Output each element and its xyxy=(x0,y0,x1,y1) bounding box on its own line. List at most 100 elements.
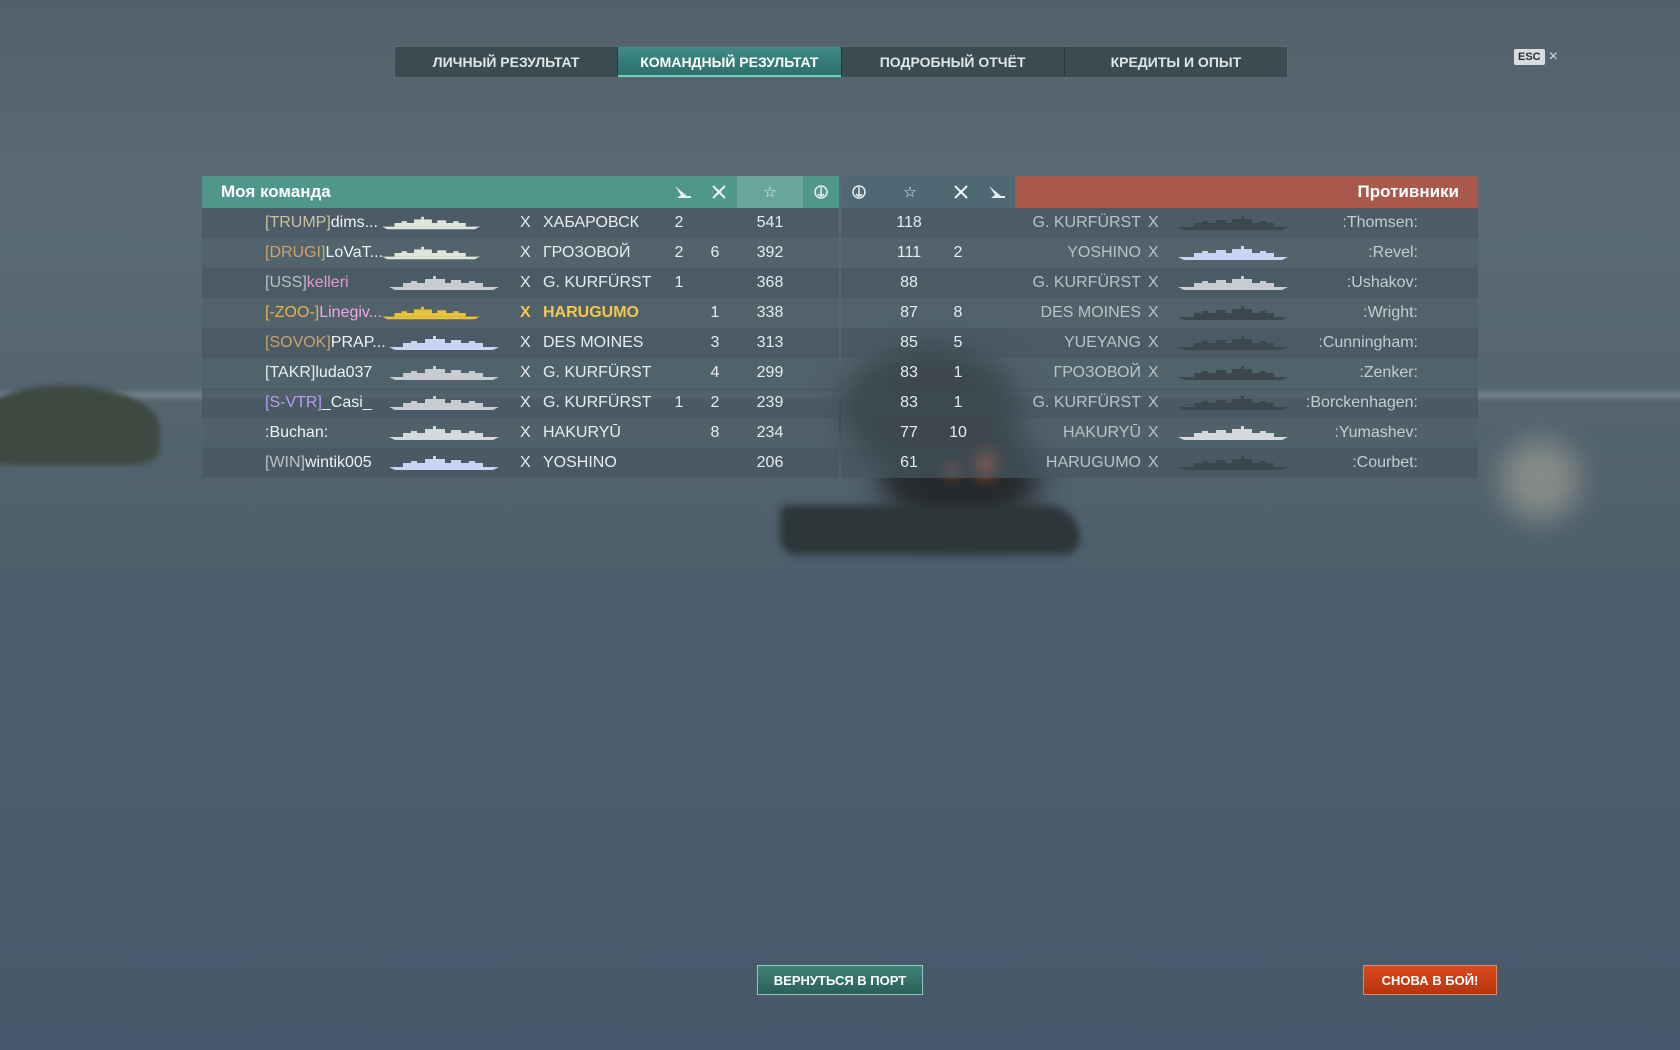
frags-value: 4 xyxy=(710,364,720,381)
star-icon[interactable]: ☆ xyxy=(737,176,803,208)
burning-ship xyxy=(780,505,1080,555)
ship-name: HARUGUMO xyxy=(1045,454,1141,471)
battle-again-button[interactable]: СНОВА В БОЙ! xyxy=(1363,965,1497,995)
results-tabs: ЛИЧНЫЙ РЕЗУЛЬТАТ КОМАНДНЫЙ РЕЗУЛЬТАТ ПОД… xyxy=(394,46,1288,78)
frags-value xyxy=(700,268,730,298)
ship-tier: X xyxy=(520,364,531,381)
planes-shot-value xyxy=(664,418,694,448)
player-nick: :Courbet: xyxy=(1352,454,1418,471)
ship-silhouette xyxy=(1171,456,1295,470)
tab-detailed-report[interactable]: ПОДРОБНЫЙ ОТЧЁТ xyxy=(842,47,1065,77)
enemy-player-row[interactable]: 118 G. KURFÜRST X :Thomsen: xyxy=(841,208,1478,238)
planes-shot-value: 2 xyxy=(674,214,684,231)
base-xp-value: 313 xyxy=(756,334,784,351)
player-row[interactable]: [WIN]wintik005 X YOSHINO 206 xyxy=(202,448,839,478)
player-nick: :Thomsen: xyxy=(1342,214,1418,231)
plane-kills-icon[interactable] xyxy=(665,176,701,208)
player-row[interactable]: [TRUMP]dims... X ХАБАРОВСК 2 541 xyxy=(202,208,839,238)
base-xp-value: 392 xyxy=(756,244,784,261)
team-scoreboard: Моя команда ☆ ☆ Противники [TRUMP]dims..… xyxy=(202,176,1478,478)
ship-silhouette xyxy=(382,456,506,470)
enemy-player-row[interactable]: 83 1 G. KURFÜRST X:Borckenhagen: xyxy=(841,388,1478,418)
player-name: :Buchan: xyxy=(265,418,328,448)
player-nick: :Zenker: xyxy=(1359,364,1418,381)
player-row[interactable]: [USS]kelleri X G. KURFÜRST 1 368 xyxy=(202,268,839,298)
tab-team-result[interactable]: КОМАНДНЫЙ РЕЗУЛЬТАТ xyxy=(618,47,842,77)
frags-icon[interactable] xyxy=(943,176,979,208)
enemy-player-row[interactable]: 88 G. KURFÜRST X:Ushakov: xyxy=(841,268,1478,298)
player-nick: :Wright: xyxy=(1363,304,1418,321)
base-xp-value: 299 xyxy=(756,364,784,381)
player-nick: :Borckenhagen: xyxy=(1305,394,1418,411)
enemy-player-row[interactable]: 85 5 YUEYANG X:Cunningham: xyxy=(841,328,1478,358)
clan-tag: [DRUGI] xyxy=(265,244,326,261)
base-capture-icon[interactable] xyxy=(841,176,877,208)
planes-shot-value: 2 xyxy=(674,244,684,261)
planes-shot-value xyxy=(979,358,1009,388)
return-to-port-button[interactable]: ВЕРНУТЬСЯ В ПОРТ xyxy=(757,965,923,995)
frags-value: 2 xyxy=(710,394,720,411)
enemy-player-row[interactable]: 61 HARUGUMO X:Courbet: xyxy=(841,448,1478,478)
player-row[interactable]: [S-VTR]_Casi_ X G. KURFÜRST 1 2 239 xyxy=(202,388,839,418)
enemy-player-row[interactable]: 87 8 DES MOINES X:Wright: xyxy=(841,298,1478,328)
player-row[interactable]: [DRUGI]LoVaT... X ГРОЗОВОЙ 2 6 392 xyxy=(202,238,839,268)
frags-icon[interactable] xyxy=(701,176,737,208)
ship-silhouette xyxy=(382,396,506,410)
frags-value xyxy=(943,448,973,478)
ship-silhouette xyxy=(1171,336,1295,350)
enemy-player-row[interactable]: 83 1 ГРОЗОВОЙ X:Zenker: xyxy=(841,358,1478,388)
ship-tier: X xyxy=(1148,214,1159,231)
ship-silhouette xyxy=(382,366,506,380)
player-nick: dims... xyxy=(330,214,378,231)
tab-credits-xp[interactable]: КРЕДИТЫ И ОПЫТ xyxy=(1065,47,1287,77)
ship-tier: X xyxy=(520,394,531,411)
ship-name: HAKURYŪ xyxy=(1063,424,1141,441)
ship-silhouette xyxy=(1171,306,1295,320)
base-xp-value: 541 xyxy=(756,214,784,231)
frags-value: 3 xyxy=(710,334,720,351)
player-row[interactable]: [TAKR]luda037 X G. KURFÜRST 4 299 xyxy=(202,358,839,388)
player-nick: :Yumashev: xyxy=(1334,424,1418,441)
frags-value: 8 xyxy=(953,304,963,321)
ship-silhouette xyxy=(382,426,506,440)
base-capture-icon[interactable] xyxy=(803,176,839,208)
tab-personal-result[interactable]: ЛИЧНЫЙ РЕЗУЛЬТАТ xyxy=(395,47,619,77)
player-name: [USS]kelleri xyxy=(265,268,349,298)
enemy-player-row[interactable]: 77 10 HAKURYŪ X:Yumashev: xyxy=(841,418,1478,448)
ship-tier: X xyxy=(520,424,531,441)
clan-tag: [SOVOK] xyxy=(265,334,331,351)
ship-name: G. KURFÜRST xyxy=(1032,214,1141,231)
enemy-player-row[interactable]: 111 2 YOSHINO X:Revel: xyxy=(841,238,1478,268)
frags-value: 8 xyxy=(710,424,720,441)
frags-value: 2 xyxy=(953,244,963,261)
enemy-team-title: Противники xyxy=(1015,176,1478,208)
planes-shot-value xyxy=(979,208,1009,238)
player-row[interactable]: [-ZOO-]Linegiv... X HARUGUMO 1 338 xyxy=(202,298,839,328)
ship-tier: X xyxy=(1148,244,1159,261)
star-icon[interactable]: ☆ xyxy=(877,176,943,208)
player-nick: _Casi_ xyxy=(321,394,372,411)
frags-value xyxy=(700,208,730,238)
ship-tier: X xyxy=(520,214,531,231)
player-row[interactable]: :Buchan: X HAKURYŪ 8 234 xyxy=(202,418,839,448)
my-team-list: [TRUMP]dims... X ХАБАРОВСК 2 541 [DRUGI]LoVaT… xyxy=(202,208,839,478)
ship-name: YOSHINO xyxy=(1067,244,1141,261)
close-button[interactable]: ESC × xyxy=(1514,48,1558,66)
player-row[interactable]: [SOVOK]PRAP... X DES MOINES 3 313 xyxy=(202,328,839,358)
ship-silhouette xyxy=(382,216,480,230)
close-icon: × xyxy=(1548,48,1558,65)
ship-name: ГРОЗОВОЙ xyxy=(1053,364,1141,381)
base-xp-value: 368 xyxy=(756,274,784,291)
player-nick: LoVaT... xyxy=(325,244,383,261)
clan-tag: [TAKR] xyxy=(265,364,316,381)
ship-tier: X xyxy=(1148,274,1159,291)
base-xp-value: 118 xyxy=(896,214,922,231)
player-nick: :Buchan: xyxy=(265,424,329,441)
base-xp-value: 85 xyxy=(900,334,918,351)
plane-kills-icon[interactable] xyxy=(979,176,1015,208)
battle-background xyxy=(0,0,1680,1050)
frags-value xyxy=(700,448,730,478)
ship-tier: X xyxy=(520,454,531,471)
ship-tier: X xyxy=(1148,304,1159,321)
frags-value: 1 xyxy=(953,364,963,381)
